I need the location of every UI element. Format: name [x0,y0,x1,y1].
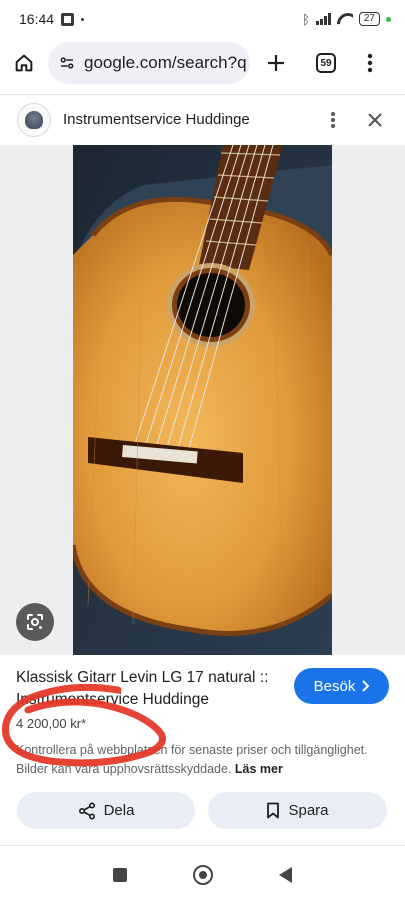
site-info-icon[interactable] [58,54,76,72]
recents-icon[interactable] [113,868,127,882]
tab-switcher-button[interactable]: 59 [302,40,350,86]
close-button[interactable] [353,97,397,143]
visit-label: Besök [313,677,356,695]
copyright-disclaimer: Kontrollera på webbplatsen för senaste p… [16,741,391,779]
source-menu-button[interactable] [313,97,353,143]
new-tab-button[interactable] [250,40,302,86]
favicon [25,110,43,129]
google-lens-icon [27,614,43,630]
home-nav-icon[interactable] [193,865,213,885]
guitar-photo[interactable] [73,145,332,655]
address-bar[interactable]: google.com/search?q [48,42,250,84]
close-icon [368,112,382,127]
lens-search-button[interactable] [16,603,54,641]
save-button[interactable]: Spara [208,792,387,829]
system-navigation-bar [0,850,405,900]
url-text[interactable]: google.com/search?q [84,53,247,73]
more-vert-icon [331,111,335,128]
tabs-icon: 59 [316,53,336,73]
home-icon [15,54,33,72]
chevron-right-icon [362,680,370,692]
read-more-link[interactable]: Läs mer [235,762,283,776]
divider [0,845,405,846]
action-row: Dela Spara [0,792,405,830]
signal-icon [315,13,331,25]
bookmark-icon [267,802,280,819]
share-icon [78,801,95,820]
status-time: 16:44 [19,11,55,27]
battery-icon: 27 [358,12,380,26]
image-preview-area [0,145,405,655]
disclaimer-text: Kontrollera på webbplatsen för senaste p… [16,743,368,776]
plus-icon [268,55,284,71]
source-favicon[interactable] [17,102,51,137]
back-icon[interactable] [279,867,292,883]
privacy-dot-icon [386,16,391,22]
share-button[interactable]: Dela [17,792,195,829]
share-label: Dela [103,802,135,819]
bluetooth-icon: ᛒ [302,11,310,27]
browser-toolbar: google.com/search?q 59 [0,40,405,86]
result-title[interactable]: Klassisk Gitarr Levin LG 17 natural :: I… [16,667,281,711]
visit-button[interactable]: Besök [294,668,389,704]
status-bar: 16:44 ᛒ 27 [0,0,405,38]
guitar-image [73,145,332,655]
browser-menu-button[interactable] [350,40,390,86]
save-label: Spara [288,802,329,819]
more-vert-icon [367,53,373,73]
gallery-icon [61,12,75,26]
dot-icon [81,17,85,21]
price-label: 4 200,00 kr* [16,716,87,731]
wifi-icon [337,13,353,25]
source-header: Instrumentservice Huddinge [0,94,405,144]
home-button[interactable] [0,40,48,86]
source-name[interactable]: Instrumentservice Huddinge [63,111,250,128]
